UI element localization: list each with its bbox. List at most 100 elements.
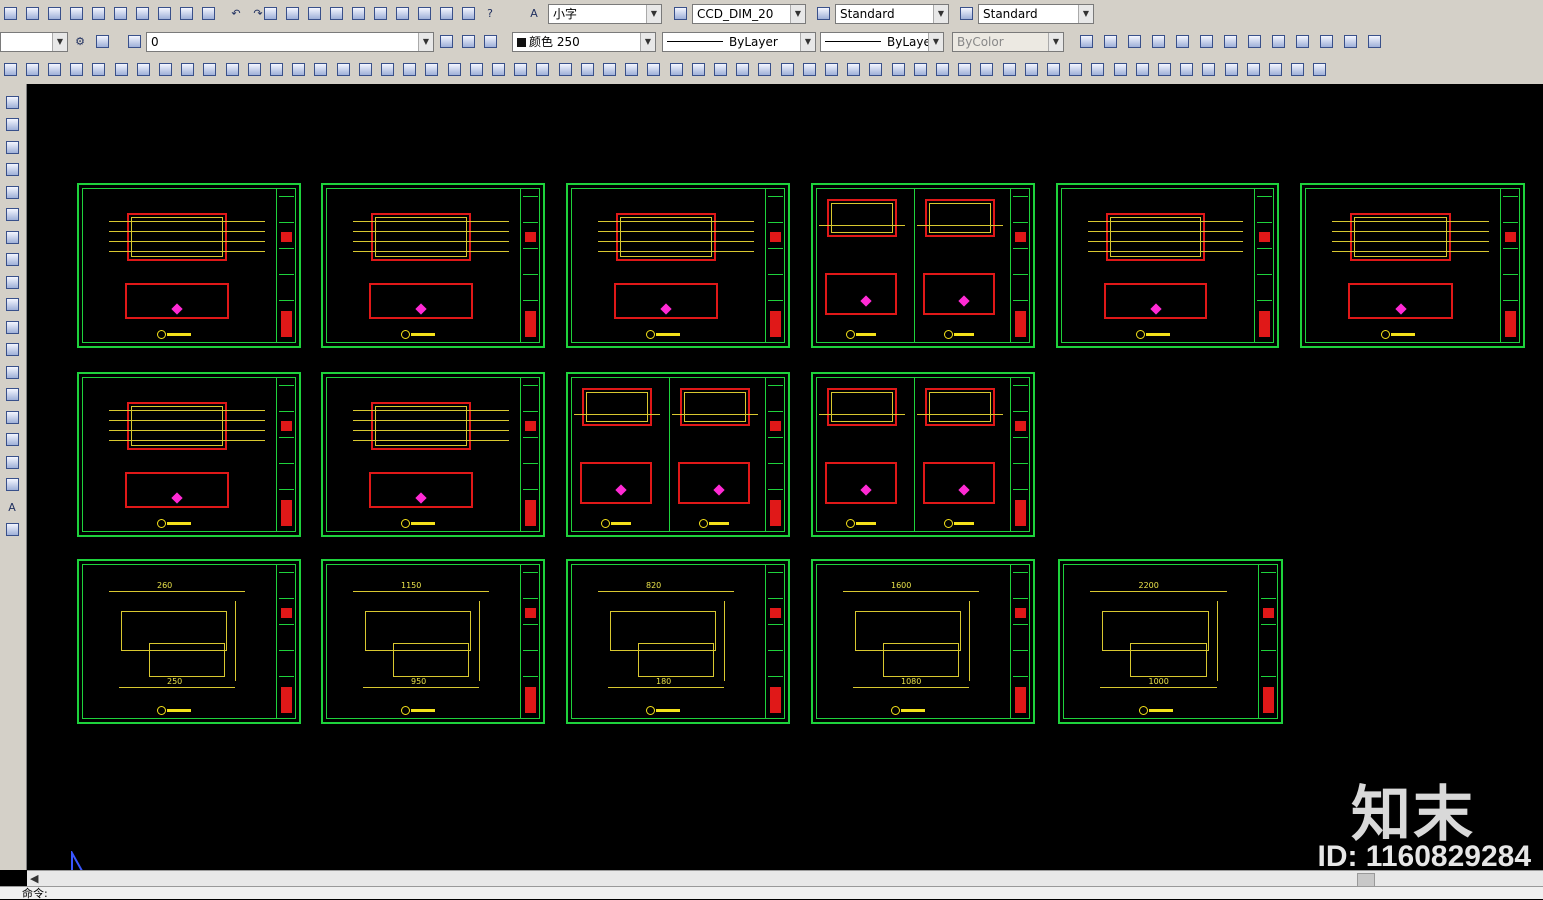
chevron-down-icon[interactable]: ▼ [646, 5, 661, 23]
match-icon[interactable] [178, 5, 194, 21]
linetype-select[interactable]: ByLayer ▼ [662, 32, 816, 52]
chevron-down-icon[interactable]: ▼ [790, 5, 805, 23]
tool-icon-17[interactable] [357, 61, 373, 77]
tool-icon-16[interactable] [335, 61, 351, 77]
tool-icon-1[interactable] [2, 61, 18, 77]
add-selected-icon[interactable] [4, 522, 20, 538]
help-icon[interactable]: ? [482, 5, 498, 21]
tool-icon-27[interactable] [579, 61, 595, 77]
tool-icon-14[interactable] [291, 61, 307, 77]
construction-line-icon[interactable] [4, 117, 20, 133]
tool-icon-2[interactable] [24, 61, 40, 77]
arrange-icon-11[interactable] [1318, 33, 1334, 49]
plotstyle-select[interactable]: ByColor ▼ [952, 32, 1064, 52]
tool-icon-15[interactable] [313, 61, 329, 77]
region-icon[interactable] [4, 454, 20, 470]
zoom-realtime-icon[interactable] [284, 5, 300, 21]
tool-icon-37[interactable] [801, 61, 817, 77]
tool-icon-3[interactable] [46, 61, 62, 77]
tool-icon-44[interactable] [957, 61, 973, 77]
tool-icon-58[interactable] [1267, 61, 1283, 77]
tool-icon-53[interactable] [1156, 61, 1172, 77]
tool-icon-38[interactable] [823, 61, 839, 77]
drawing-sheet[interactable] [77, 183, 301, 348]
mtext-icon[interactable]: A [4, 499, 20, 515]
tool-icon-26[interactable] [557, 61, 573, 77]
publish-icon[interactable] [90, 5, 106, 21]
chevron-down-icon[interactable]: ▼ [933, 5, 948, 23]
plot-icon[interactable] [46, 5, 62, 21]
tool-icon-39[interactable] [846, 61, 862, 77]
tool-icon-29[interactable] [624, 61, 640, 77]
tool-icon-60[interactable] [1312, 61, 1328, 77]
tool-icon-34[interactable] [735, 61, 751, 77]
open-icon[interactable] [2, 5, 18, 21]
scroll-thumb[interactable] [1357, 873, 1375, 887]
chevron-down-icon[interactable]: ▼ [52, 33, 67, 51]
tool-icon-20[interactable] [424, 61, 440, 77]
tool-icon-28[interactable] [601, 61, 617, 77]
arrange-icon-7[interactable] [1222, 33, 1238, 49]
dim-style-select[interactable]: CCD_DIM_20 ▼ [692, 4, 806, 24]
tool-icon-12[interactable] [246, 61, 262, 77]
make-block-icon[interactable] [4, 364, 20, 380]
tool-icon-4[interactable] [69, 61, 85, 77]
pan-icon[interactable] [262, 5, 278, 21]
insert-block-icon[interactable] [4, 342, 20, 358]
tool-icon-42[interactable] [912, 61, 928, 77]
table-style-icon[interactable] [815, 5, 831, 21]
drawing-sheet[interactable]: 1600 1080 [811, 559, 1035, 724]
tool-palettes-icon[interactable] [394, 5, 410, 21]
tool-icon-7[interactable] [135, 61, 151, 77]
preview-icon[interactable] [68, 5, 84, 21]
markup-icon[interactable] [438, 5, 454, 21]
lineweight-select[interactable]: ByLayer ▼ [820, 32, 944, 52]
workspace-select[interactable]: ▼ [0, 32, 68, 52]
tool-icon-46[interactable] [1001, 61, 1017, 77]
drawing-sheet[interactable] [1056, 183, 1279, 348]
rectangle-icon[interactable] [4, 184, 20, 200]
drawing-sheet[interactable]: 820 180 [566, 559, 790, 724]
tool-icon-5[interactable] [91, 61, 107, 77]
tool-icon-23[interactable] [490, 61, 506, 77]
workspace-icon[interactable] [94, 33, 110, 49]
horizontal-scrollbar[interactable]: ◀ [27, 870, 1543, 887]
tool-icon-11[interactable] [224, 61, 240, 77]
properties-icon[interactable] [350, 5, 366, 21]
gradient-icon[interactable] [4, 432, 20, 448]
undo-icon[interactable]: ↶ [228, 5, 244, 21]
arrange-icon-10[interactable] [1294, 33, 1310, 49]
tool-icon-8[interactable] [157, 61, 173, 77]
tool-icon-52[interactable] [1134, 61, 1150, 77]
copy-icon[interactable] [134, 5, 150, 21]
hatch-icon[interactable] [4, 409, 20, 425]
polygon-icon[interactable] [4, 162, 20, 178]
arrange-icon-8[interactable] [1246, 33, 1262, 49]
mleader-style-icon[interactable] [958, 5, 974, 21]
design-center-icon[interactable] [372, 5, 388, 21]
arrange-icon-13[interactable] [1366, 33, 1382, 49]
tool-icon-30[interactable] [646, 61, 662, 77]
tool-icon-49[interactable] [1068, 61, 1084, 77]
tool-icon-47[interactable] [1023, 61, 1039, 77]
color-select[interactable]: 颜色 250 ▼ [512, 32, 656, 52]
calculator-icon[interactable] [460, 5, 476, 21]
gear-icon[interactable]: ⚙ [72, 33, 88, 49]
save-icon[interactable] [24, 5, 40, 21]
tool-icon-13[interactable] [268, 61, 284, 77]
ellipse-icon[interactable] [4, 297, 20, 313]
erase-icon[interactable] [200, 5, 216, 21]
tool-icon-22[interactable] [468, 61, 484, 77]
chevron-down-icon[interactable]: ▼ [800, 33, 815, 51]
drawing-sheet[interactable] [811, 183, 1035, 348]
arrange-icon-9[interactable] [1270, 33, 1286, 49]
tool-icon-35[interactable] [757, 61, 773, 77]
drawing-sheet[interactable] [321, 183, 545, 348]
tool-icon-18[interactable] [379, 61, 395, 77]
cut-icon[interactable] [112, 5, 128, 21]
tool-icon-54[interactable] [1179, 61, 1195, 77]
revision-cloud-icon[interactable] [4, 252, 20, 268]
drawing-sheet[interactable] [811, 372, 1035, 537]
tool-icon-10[interactable] [202, 61, 218, 77]
make-current-icon[interactable] [460, 33, 476, 49]
